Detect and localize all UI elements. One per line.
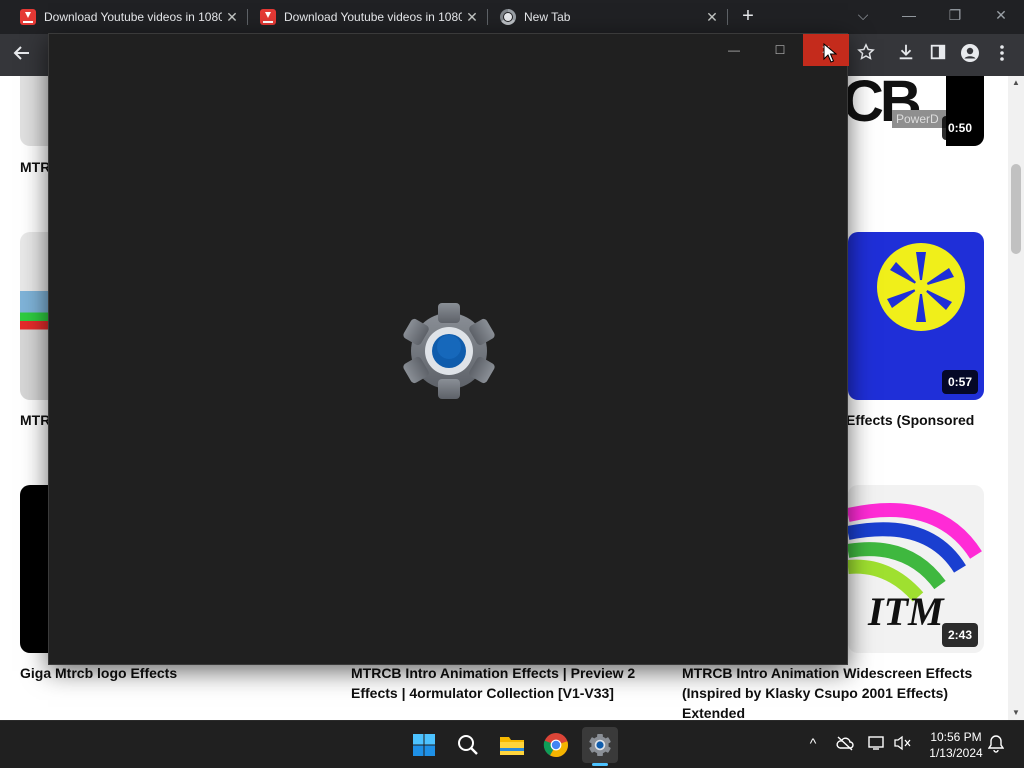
restore-button[interactable]: ❐ [932, 0, 978, 34]
windows-taskbar: ^ 10:56 PM 1/13/2024 [0, 720, 1024, 768]
onedrive-offline-icon[interactable] [836, 735, 854, 751]
start-icon [413, 734, 435, 756]
video-title[interactable]: MTR [20, 410, 50, 430]
downloads-button[interactable] [894, 43, 918, 67]
download-favicon-icon [260, 9, 276, 25]
chrome-taskbar-button[interactable] [538, 727, 574, 763]
settings-taskbar-button[interactable] [582, 727, 618, 763]
tray-overflow-chevron[interactable]: ^ [804, 735, 822, 751]
page-scrollbar[interactable]: ▲ ▼ [1008, 76, 1024, 720]
notification-bell-icon[interactable] [988, 735, 1004, 753]
volume-muted-icon[interactable] [894, 735, 912, 751]
star-icon [857, 43, 875, 60]
chrome-icon [543, 733, 568, 757]
side-panel-icon [930, 44, 946, 60]
menu-button[interactable] [990, 43, 1014, 67]
tab-title: Download Youtube videos in 1080p [284, 10, 462, 24]
network-icon[interactable] [868, 735, 886, 751]
search-icon [458, 735, 478, 755]
thumbnail-itm-text: ITM [867, 589, 945, 634]
chrome-favicon-icon [500, 9, 516, 25]
profile-icon [961, 44, 979, 62]
active-app-indicator [592, 763, 608, 766]
settings-icon [589, 733, 611, 757]
back-button[interactable] [10, 43, 34, 67]
video-thumbnail[interactable]: 0:57 [848, 232, 984, 400]
yellow-wheel-graphic [877, 243, 965, 331]
thumbnail-watermark: PowerD [892, 110, 948, 128]
duration-badge: 0:50 [941, 116, 978, 140]
settings-splash-window: — ☐ ✕ [48, 33, 849, 665]
video-title[interactable]: MTR [20, 157, 50, 177]
video-title[interactable]: Effects (Sponsored [846, 410, 1006, 430]
tab-search-button[interactable]: ⌵ [840, 0, 886, 34]
start-button[interactable] [406, 727, 442, 763]
new-tab-button[interactable]: + [736, 5, 760, 29]
video-title[interactable]: Giga Mtrcb logo Effects [20, 663, 177, 683]
tab-new-tab[interactable]: New Tab ✕ [480, 0, 728, 34]
tab-close-icon[interactable]: ✕ [702, 9, 722, 26]
scroll-up-arrow-icon[interactable]: ▲ [1008, 76, 1024, 90]
download-favicon-icon [20, 9, 36, 25]
back-arrow-icon [13, 46, 29, 60]
minimize-button[interactable]: — [886, 0, 932, 34]
scroll-down-arrow-icon[interactable]: ▼ [1008, 706, 1024, 720]
taskbar-clock[interactable]: 10:56 PM 1/13/2024 [916, 729, 996, 761]
tab-download-2[interactable]: Download Youtube videos in 1080p ✕ [240, 0, 488, 34]
tab-close-icon[interactable]: ✕ [462, 9, 482, 26]
side-panel-button[interactable] [926, 43, 950, 67]
download-icon [899, 44, 913, 60]
video-title[interactable]: MTRCB Intro Animation Effects | Preview … [351, 663, 651, 703]
tab-download-1[interactable]: Download Youtube videos in 1080p ✕ [0, 0, 248, 34]
splash-maximize-button[interactable]: ☐ [757, 34, 803, 66]
taskbar-search-button[interactable] [450, 727, 486, 763]
clock-time: 10:56 PM [930, 730, 982, 744]
bookmark-star-button[interactable] [854, 43, 878, 67]
video-thumbnail[interactable]: ITM 2:43 [848, 485, 984, 653]
clock-date: 1/13/2024 [929, 746, 983, 760]
mouse-cursor-icon [823, 43, 837, 63]
profile-button[interactable] [958, 43, 982, 67]
duration-badge: 0:57 [941, 370, 978, 394]
duration-badge: 2:43 [941, 623, 978, 647]
video-thumbnail[interactable]: CB PowerD 0:50 [848, 76, 984, 146]
settings-gear-icon [403, 303, 495, 399]
file-explorer-icon [500, 737, 524, 755]
splash-minimize-button[interactable]: — [711, 34, 757, 66]
file-explorer-button[interactable] [494, 727, 530, 763]
tab-title: Download Youtube videos in 1080p [44, 10, 222, 24]
tab-separator [727, 9, 728, 25]
scrollbar-thumb[interactable] [1011, 164, 1021, 254]
tab-title: New Tab [524, 10, 571, 24]
tab-strip: Download Youtube videos in 1080p ✕ Downl… [0, 0, 1024, 34]
tab-close-icon[interactable]: ✕ [222, 9, 242, 26]
close-window-button[interactable]: ✕ [978, 0, 1024, 34]
more-vert-icon [1000, 45, 1004, 61]
video-title[interactable]: MTRCB Intro Animation Widescreen Effects… [682, 663, 1002, 720]
